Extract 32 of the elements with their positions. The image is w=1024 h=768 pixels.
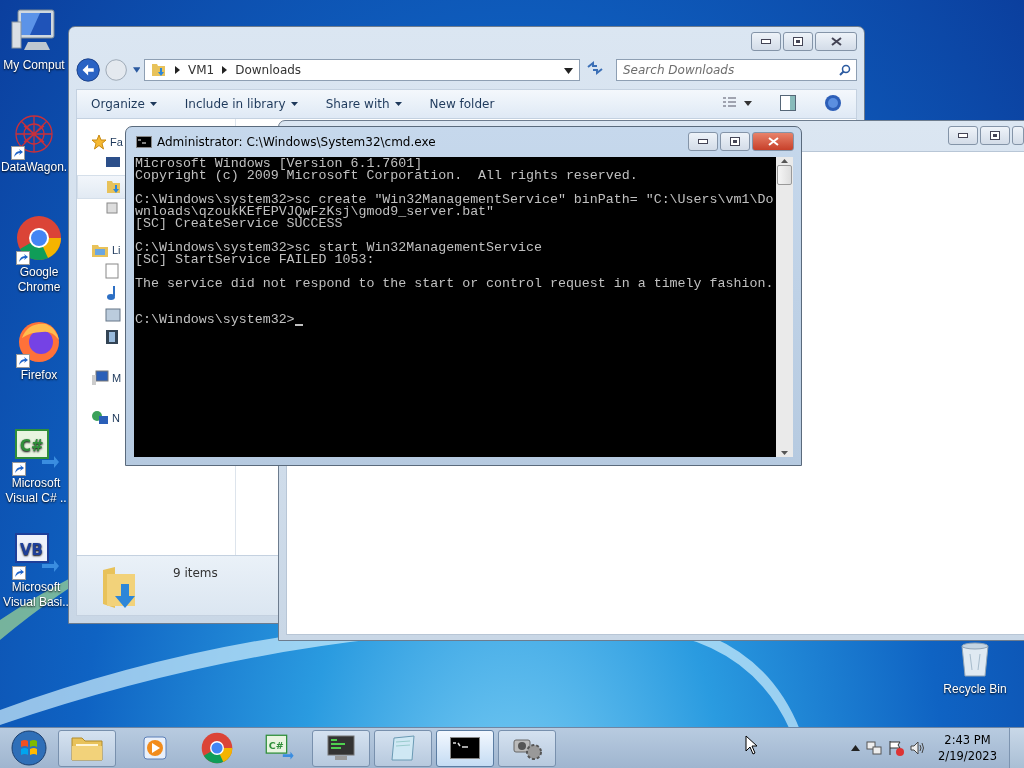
desktop-icon-label[interactable]: Recycle Bin — [943, 682, 1007, 697]
console-line: The service did not respond to the start or control request in a timely fashion. — [135, 278, 774, 290]
console-line: C:\Windows\system32>sc start Win32ManagementService — [135, 242, 542, 254]
desktop-icon-label[interactable]: Microsoft Visual C# .. — [5, 476, 67, 506]
nav-group-label[interactable]: N — [112, 412, 120, 424]
clock[interactable]: 2:43 PM 2/19/2023 — [932, 732, 1003, 764]
desktop-icon-label[interactable]: Google Chrome — [17, 265, 61, 295]
toolbar-button[interactable]: Organize — [91, 97, 157, 111]
taskbar-button[interactable]: C# — [250, 729, 308, 767]
desktop-icon-label[interactable]: Microsoft Visual Basi.. — [3, 580, 69, 610]
toolbar-button[interactable]: New folder — [429, 97, 495, 111]
console-line: [SC] StartService FAILED 1053: — [135, 254, 375, 266]
console-line: Microsoft Windows [Version 6.1.7601] — [135, 158, 423, 170]
console-prompt: C:\Windows\system32> — [135, 314, 295, 326]
item-count: 9 items — [173, 566, 218, 580]
nav-group-label[interactable]: M — [112, 372, 122, 384]
nav-group-label[interactable]: Fa — [110, 136, 123, 148]
toolbar-button[interactable]: Include in library — [184, 97, 298, 111]
desktop-icon-label[interactable]: Firefox — [20, 368, 58, 383]
desktop-icon-label[interactable]: DataWagon. — [0, 160, 68, 175]
toolbar-button[interactable]: Share with — [325, 97, 402, 111]
breadcrumb-item[interactable]: Downloads — [235, 63, 302, 77]
console-line: Copyright (c) 2009 Microsoft Corporation. All rights reserved. — [135, 170, 638, 182]
search-field[interactable]: Search Downloads — [616, 59, 857, 81]
desktop-icon-label[interactable]: My Comput — [3, 58, 65, 73]
address-bar[interactable]: VM1 Downloads — [144, 59, 580, 81]
breadcrumb-item[interactable]: VM1 — [188, 63, 215, 77]
console-line: wnloads\qzoukKEfEPVJQwFzKsj\gmod9_server.bat" — [135, 206, 495, 218]
nav-group-label[interactable]: Li — [112, 244, 121, 256]
window-title: Administrator: C:\Windows\System32\cmd.exe — [157, 135, 436, 149]
console-line: [SC] CreateService SUCCESS — [135, 218, 343, 230]
console-line: C:\Windows\system32>sc create "Win32ManagementService" binPath= "C:\Users\vm1\Do — [135, 194, 774, 206]
